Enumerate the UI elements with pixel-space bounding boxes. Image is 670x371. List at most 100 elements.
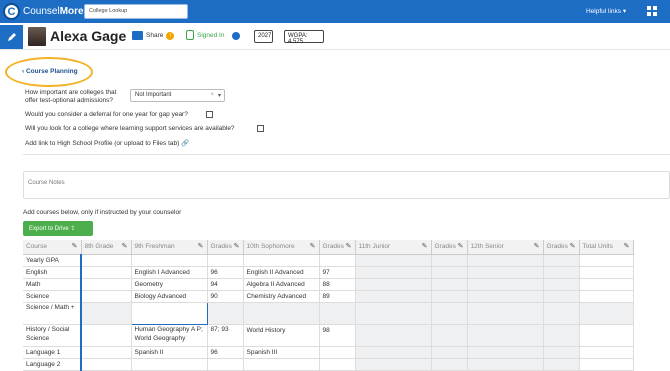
course-cell[interactable] (579, 302, 634, 325)
course-cell[interactable] (355, 324, 432, 347)
course-cell[interactable] (319, 358, 356, 371)
course-cell[interactable] (431, 324, 468, 347)
deferral-checkbox[interactable] (206, 111, 213, 118)
course-cell[interactable] (579, 266, 634, 279)
course-cell[interactable] (80, 290, 132, 303)
course-cell[interactable] (579, 324, 634, 347)
pencil-icon[interactable]: ✎ (72, 242, 78, 250)
course-cell[interactable] (543, 302, 580, 325)
course-cell[interactable] (207, 302, 244, 325)
column-header[interactable]: Grades ✎ (319, 240, 356, 255)
course-cell[interactable] (243, 302, 320, 325)
course-cell[interactable]: Geometry (131, 278, 208, 291)
column-header[interactable]: 12th Senior ✎ (467, 240, 544, 255)
course-cell[interactable]: Spanish III (243, 346, 320, 359)
course-cell[interactable] (319, 346, 356, 359)
course-cell[interactable]: Chemistry Advanced (243, 290, 320, 303)
course-cell[interactable] (243, 358, 320, 371)
course-cell[interactable]: 96 (207, 346, 244, 359)
course-cell[interactable] (431, 302, 468, 325)
course-cell[interactable] (431, 278, 468, 291)
pencil-icon[interactable]: ✎ (346, 242, 352, 250)
course-cell[interactable] (467, 302, 544, 325)
column-header[interactable]: 10th Sophomore ✎ (243, 240, 320, 255)
course-cell[interactable]: 87; 93 (207, 324, 244, 347)
column-header[interactable]: 11th Junior ✎ (355, 240, 432, 255)
course-cell[interactable]: Algebra II Advanced (243, 278, 320, 291)
course-cell[interactable]: Human Geography A P; World Geography (131, 324, 208, 347)
course-cell[interactable] (579, 346, 634, 359)
pencil-icon[interactable]: ✎ (198, 242, 204, 250)
course-cell[interactable] (80, 346, 132, 359)
hs-profile-link[interactable]: Add link to High School Profile (or uplo… (25, 139, 189, 147)
course-cell[interactable] (467, 358, 544, 371)
back-to-course-planning-link[interactable]: ‹ Course Planning (22, 68, 78, 75)
course-cell[interactable] (131, 358, 208, 371)
course-cell[interactable] (431, 358, 468, 371)
column-header[interactable]: 8th Grade ✎ (81, 240, 132, 255)
counselmore-logo-icon[interactable]: C (3, 3, 20, 20)
course-cell[interactable] (543, 358, 580, 371)
course-cell[interactable] (543, 324, 580, 347)
pencil-icon[interactable]: ✎ (624, 242, 630, 250)
chevron-down-icon[interactable]: ▾ (218, 92, 221, 99)
share-button[interactable]: Share ! (132, 31, 175, 40)
timer-icon[interactable] (232, 32, 240, 40)
course-cell[interactable] (467, 324, 544, 347)
course-cell[interactable] (207, 254, 244, 267)
course-cell[interactable]: English II Advanced (243, 266, 320, 279)
pencil-icon[interactable]: ✎ (422, 242, 428, 250)
course-cell[interactable] (431, 290, 468, 303)
course-cell[interactable] (543, 290, 580, 303)
course-cell[interactable] (579, 254, 634, 267)
course-cell[interactable] (80, 254, 132, 267)
course-cell[interactable] (467, 254, 544, 267)
column-header[interactable]: Grades ✎ (543, 240, 580, 255)
column-header[interactable]: Course ✎ (23, 240, 82, 255)
course-cell[interactable] (80, 266, 132, 279)
apps-grid-icon[interactable] (647, 6, 657, 16)
course-cell[interactable] (467, 346, 544, 359)
course-cell[interactable] (355, 278, 432, 291)
course-notes-textarea[interactable]: Course Notes (23, 171, 670, 199)
course-cell[interactable] (355, 358, 432, 371)
course-cell[interactable] (579, 290, 634, 303)
course-cell[interactable] (467, 290, 544, 303)
course-cell[interactable] (355, 302, 432, 325)
column-header[interactable]: Total Units ✎ (579, 240, 634, 255)
course-cell[interactable] (543, 266, 580, 279)
course-cell[interactable]: English I Advanced (131, 266, 208, 279)
college-lookup-input[interactable]: College Lookup (84, 4, 188, 19)
course-cell[interactable]: Spanish II (131, 346, 208, 359)
course-cell[interactable]: 98 (319, 324, 356, 347)
pencil-icon[interactable]: ✎ (570, 242, 576, 250)
course-cell[interactable] (467, 278, 544, 291)
course-cell[interactable] (431, 346, 468, 359)
course-cell[interactable]: Biology Advanced (131, 290, 208, 303)
helpful-links-menu[interactable]: Helpful links ▾ (586, 7, 626, 15)
pencil-icon[interactable]: ✎ (234, 242, 240, 250)
course-cell[interactable] (431, 254, 468, 267)
course-cell[interactable]: 89 (319, 290, 356, 303)
course-cell[interactable] (355, 266, 432, 279)
course-cell[interactable]: 90 (207, 290, 244, 303)
course-cell[interactable] (355, 290, 432, 303)
course-cell[interactable] (319, 302, 356, 325)
pencil-icon[interactable]: ✎ (534, 242, 540, 250)
course-cell[interactable]: World History (243, 324, 320, 347)
pencil-icon[interactable]: ✎ (122, 242, 128, 250)
course-cell[interactable] (543, 278, 580, 291)
course-cell[interactable] (80, 302, 132, 325)
course-cell[interactable] (130, 301, 208, 325)
course-cell[interactable] (319, 254, 356, 267)
course-cell[interactable]: 97 (319, 266, 356, 279)
course-cell[interactable] (131, 254, 208, 267)
course-cell[interactable]: 96 (207, 266, 244, 279)
course-cell[interactable] (355, 346, 432, 359)
course-cell[interactable] (80, 278, 132, 291)
edit-pencil-button[interactable] (0, 25, 23, 49)
course-cell[interactable]: 88 (319, 278, 356, 291)
course-cell[interactable] (243, 254, 320, 267)
course-cell[interactable] (80, 358, 132, 371)
column-header[interactable]: Grades ✎ (431, 240, 468, 255)
